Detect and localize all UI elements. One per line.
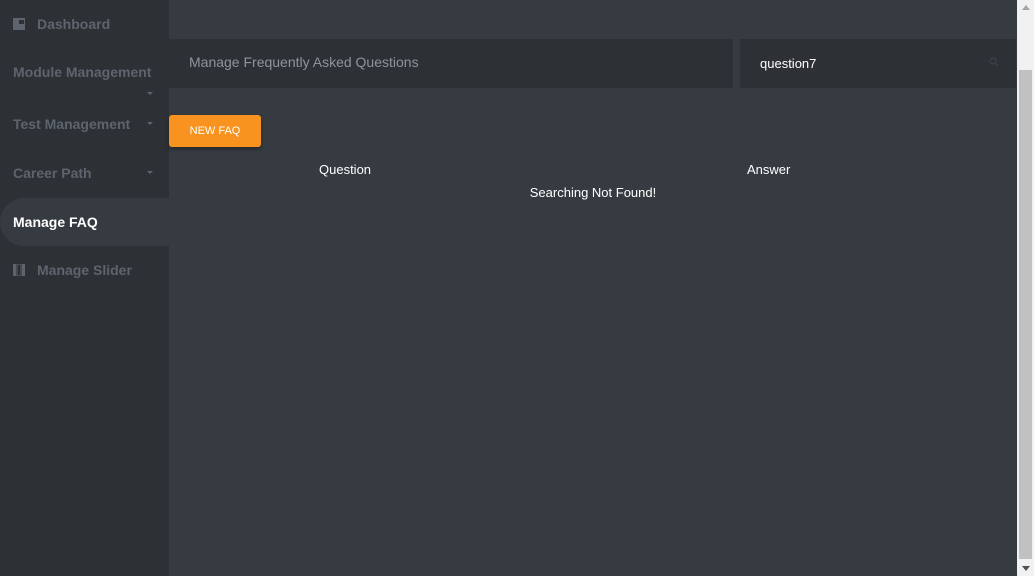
sidebar-item-module-management[interactable]: Module Management [0, 48, 169, 104]
sidebar-item-label: Manage Slider [37, 262, 132, 278]
search-icon[interactable] [989, 57, 999, 67]
chevron-down-icon [147, 122, 153, 125]
page-title: Manage Frequently Asked Questions [189, 54, 419, 70]
vertical-scrollbar[interactable] [1017, 0, 1034, 576]
sidebar: Dashboard Module Management Test Managem… [0, 0, 169, 576]
chevron-down-icon [147, 171, 153, 174]
page-header: Manage Frequently Asked Questions [169, 39, 733, 88]
search-box [740, 39, 1016, 88]
sidebar-item-test-management[interactable]: Test Management [0, 100, 169, 148]
empty-state-message: Searching Not Found! [529, 185, 657, 200]
column-header-answer: Answer [747, 162, 791, 177]
scroll-up-icon[interactable] [1022, 5, 1030, 10]
sidebar-item-label: Module Management [13, 64, 152, 80]
dashboard-icon [13, 18, 25, 30]
scroll-down-icon[interactable] [1022, 566, 1030, 571]
sidebar-item-career-path[interactable]: Career Path [0, 149, 169, 197]
sidebar-item-label: Manage FAQ [13, 214, 98, 230]
new-faq-button[interactable]: NEW FAQ [169, 115, 261, 147]
sidebar-item-dashboard[interactable]: Dashboard [0, 0, 169, 48]
scrollbar-thumb[interactable] [1019, 70, 1032, 559]
column-header-question: Question [319, 162, 372, 177]
sidebar-item-label: Test Management [13, 116, 131, 132]
sidebar-item-label: Career Path [13, 165, 92, 181]
slider-icon [13, 264, 25, 276]
sidebar-item-manage-slider[interactable]: Manage Slider [0, 246, 169, 294]
search-input[interactable] [740, 39, 1016, 88]
sidebar-item-manage-faq[interactable]: Manage FAQ [0, 198, 169, 246]
sidebar-item-label: Dashboard [37, 16, 111, 32]
chevron-down-icon [147, 92, 153, 95]
